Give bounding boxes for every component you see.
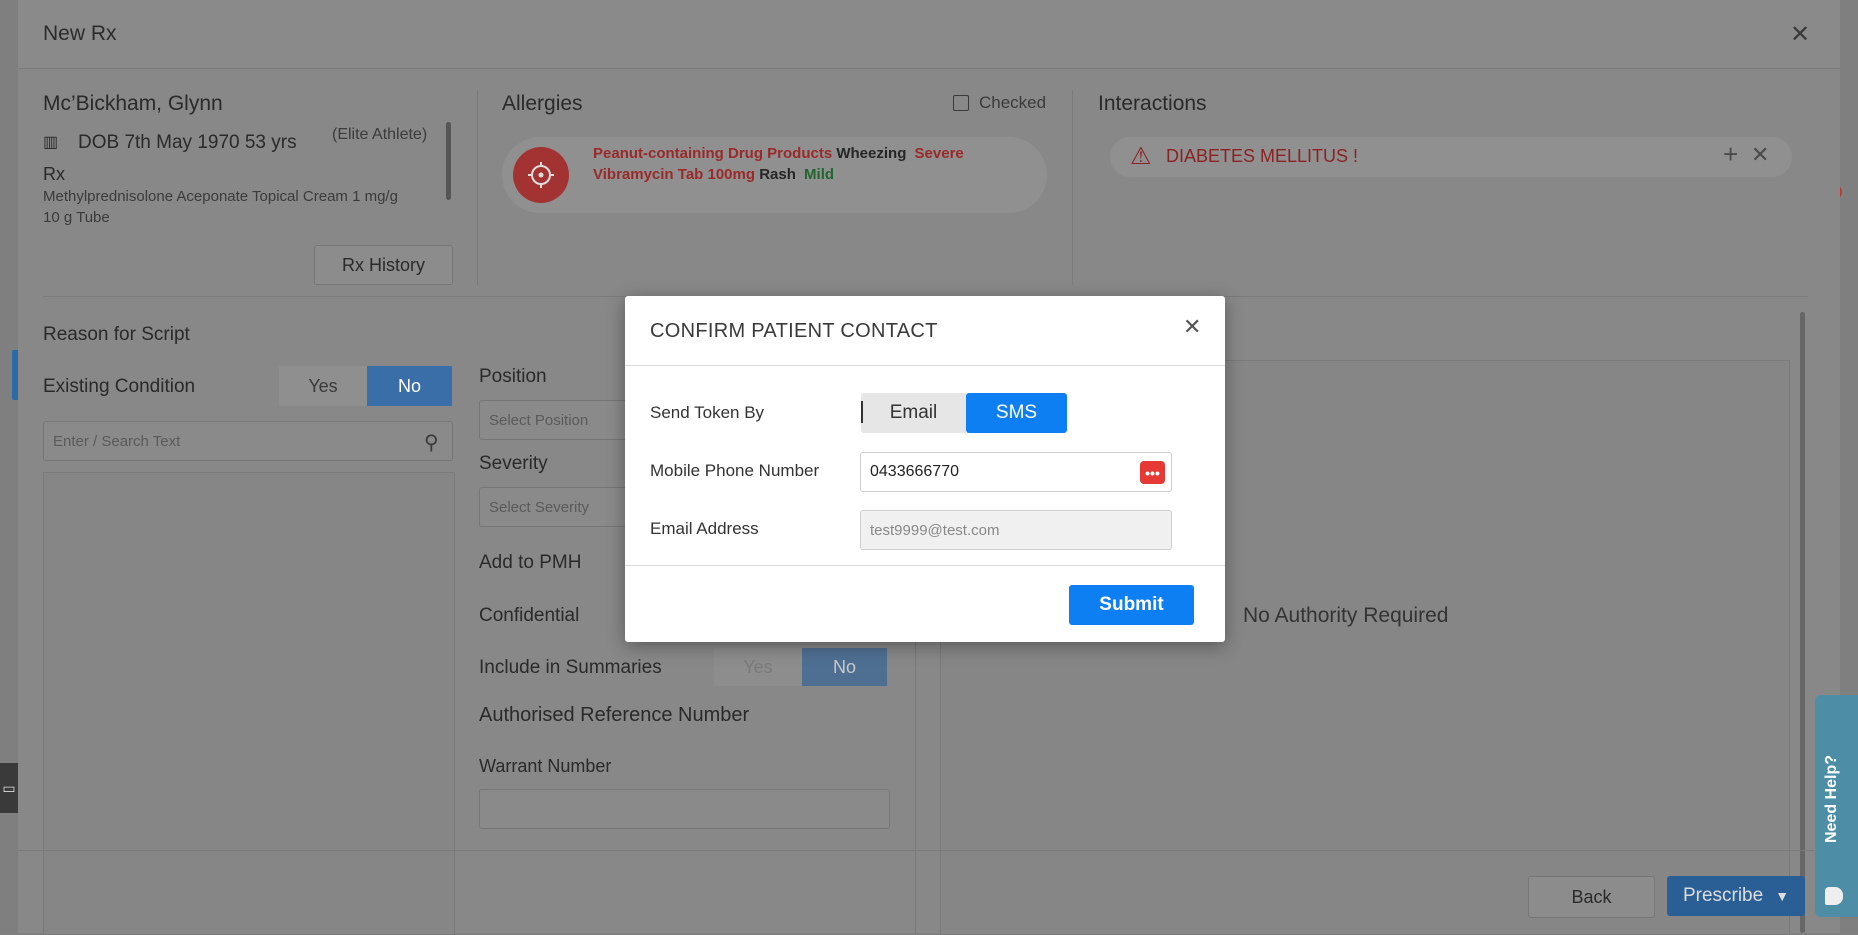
- back-button[interactable]: Back: [1528, 876, 1655, 918]
- warrant-label: Warrant Number: [479, 756, 612, 776]
- mobile-input[interactable]: 0433666770: [860, 452, 1172, 492]
- main-scrollbar[interactable]: [1800, 312, 1805, 933]
- submit-button[interactable]: Submit: [1069, 585, 1194, 625]
- password-manager-icon[interactable]: •••: [1140, 461, 1165, 484]
- patient-scrollbar[interactable]: [446, 122, 451, 200]
- mobile-label: Mobile Phone Number: [650, 461, 820, 480]
- allergy-reaction: Wheezing: [836, 145, 907, 162]
- existing-yes-button[interactable]: Yes: [279, 366, 367, 406]
- existing-condition-label: Existing Condition: [43, 376, 196, 397]
- existing-no-button[interactable]: No: [367, 366, 452, 406]
- dialog-title: CONFIRM PATIENT CONTACT: [650, 320, 938, 342]
- reason-search-input[interactable]: Enter / Search Text: [43, 421, 453, 461]
- patient-dob: DOB 7th May 1970 53 yrs: [78, 132, 297, 153]
- dialog-footer-divider: [625, 565, 1225, 566]
- email-option-button[interactable]: Email: [861, 393, 966, 433]
- prescribe-label: Prescribe: [1682, 885, 1764, 906]
- divider: [1072, 90, 1073, 285]
- new-rx-title: New Rx: [43, 22, 117, 45]
- rx-history-button[interactable]: Rx History: [314, 245, 453, 285]
- new-rx-header: [18, 0, 1840, 69]
- allergies-title: Allergies: [502, 92, 583, 115]
- include-summaries-label: Include in Summaries: [479, 657, 662, 678]
- dismiss-icon[interactable]: ✕: [1751, 142, 1769, 168]
- prescribe-button[interactable]: Prescribe ▼: [1667, 876, 1805, 916]
- send-token-label: Send Token By: [650, 403, 765, 422]
- summaries-yes-button[interactable]: Yes: [714, 648, 802, 686]
- position-label: Position: [479, 366, 547, 387]
- allergy-row-2: Vibramycin Tab 100mg Rash Mild: [593, 166, 834, 183]
- close-icon[interactable]: ✕: [1790, 20, 1810, 49]
- rx-label: Rx: [43, 164, 65, 184]
- checked-checkbox[interactable]: [953, 95, 969, 111]
- warrant-input[interactable]: [479, 789, 890, 829]
- need-help-tab[interactable]: Need Help?: [1815, 695, 1858, 917]
- allergy-substance: Peanut-containing Drug Products: [593, 145, 833, 162]
- no-authority-text: No Authority Required: [1243, 604, 1449, 627]
- email-label: Email Address: [650, 519, 759, 538]
- search-icon[interactable]: ⚲: [424, 430, 439, 455]
- patient-name: Mc’Bickham, Glynn: [43, 92, 223, 115]
- allergy-severity: Severe: [914, 145, 964, 162]
- birthday-cake-icon: ▥: [43, 134, 59, 151]
- confidential-label: Confidential: [479, 605, 580, 626]
- auth-ref-label: Authorised Reference Number: [479, 704, 750, 726]
- footer-divider: [18, 850, 1840, 851]
- sms-option-button[interactable]: SMS: [966, 393, 1067, 433]
- reason-list-panel: [43, 472, 455, 935]
- interaction-alert: DIABETES MELLITUS !: [1166, 146, 1359, 166]
- allergy-row-1: Peanut-containing Drug Products Wheezing…: [593, 145, 964, 162]
- chevron-down-icon[interactable]: ▼: [1775, 888, 1789, 904]
- severity-select[interactable]: Select Severity: [479, 487, 629, 527]
- allergen-icon: [513, 147, 569, 203]
- left-dock-icon[interactable]: ▭: [0, 763, 18, 813]
- patient-tag: (Elite Athlete): [332, 126, 428, 143]
- dialog-header-divider: [625, 365, 1225, 366]
- allergy-substance: Vibramycin Tab 100mg: [593, 166, 756, 183]
- chat-icon: [1825, 887, 1843, 905]
- medication-line-2: 10 g Tube: [43, 209, 110, 226]
- allergy-severity: Mild: [804, 166, 835, 183]
- warning-icon: ⚠: [1130, 143, 1152, 170]
- text-cursor: [861, 401, 863, 423]
- email-input[interactable]: test9999@test.com: [860, 510, 1172, 550]
- divider: [477, 90, 478, 285]
- checked-label: Checked: [979, 93, 1047, 112]
- position-select[interactable]: Select Position: [479, 400, 629, 440]
- add-icon[interactable]: +: [1723, 139, 1738, 170]
- severity-label: Severity: [479, 453, 548, 474]
- need-help-label: Need Help?: [1823, 755, 1840, 844]
- interactions-title: Interactions: [1098, 92, 1207, 115]
- dialog-close-icon[interactable]: ✕: [1183, 314, 1201, 340]
- medication-line-1: Methylprednisolone Aceponate Topical Cre…: [43, 188, 398, 205]
- reason-title: Reason for Script: [43, 324, 190, 345]
- add-pmh-label: Add to PMH: [479, 552, 582, 573]
- allergy-reaction: Rash: [759, 166, 796, 183]
- summaries-no-button[interactable]: No: [802, 648, 887, 686]
